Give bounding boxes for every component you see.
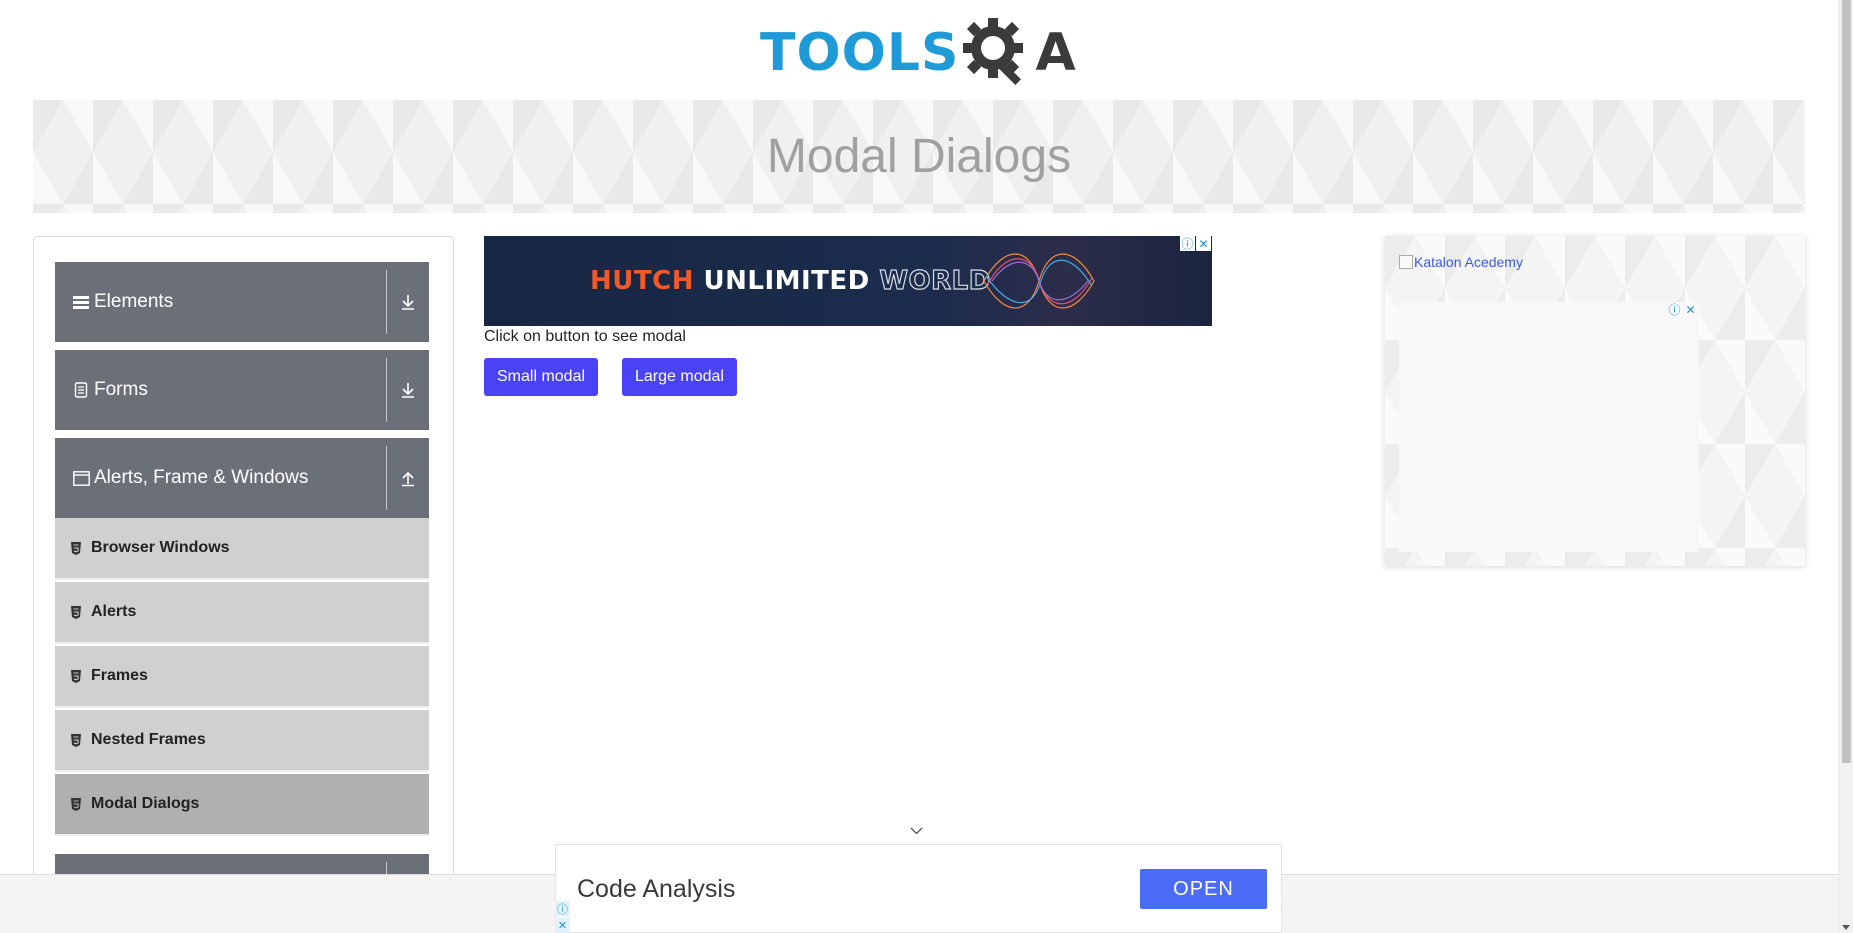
sidebar-item-browser-windows[interactable]: Browser Windows <box>55 518 429 580</box>
sidebar-group-label: Forms <box>94 379 148 400</box>
bottom-ad[interactable]: Code Analysis OPEN <box>555 844 1282 933</box>
sidebar-item-frames[interactable]: Frames <box>55 646 429 708</box>
html5-icon <box>69 541 83 555</box>
ad-text-part: HUTCH <box>590 266 694 296</box>
sidebar-group-label: Elements <box>94 291 174 312</box>
small-modal-button[interactable]: Small modal <box>484 358 599 396</box>
sidebar-item-label: Modal Dialogs <box>91 795 200 812</box>
sidebar-item-label: Alerts <box>91 603 137 620</box>
html5-icon <box>69 797 83 811</box>
sidebar-item-nested-frames[interactable]: Nested Frames <box>55 710 429 772</box>
ad-text: HUTCH UNLIMITED WORLD <box>590 265 991 296</box>
document-icon <box>72 381 90 399</box>
page-scrollbar[interactable] <box>1838 0 1853 933</box>
right-ad-panel: Katalon Acedemy ⓘ ✕ <box>1385 236 1805 566</box>
scroll-down-arrow-icon[interactable] <box>1842 925 1850 930</box>
sidebar-group-label: Alerts, Frame & Windows <box>94 467 309 488</box>
ad-text-part: UNLIMITED <box>703 266 870 296</box>
upload-arrow-icon[interactable] <box>387 469 429 487</box>
sidebar-item-label: Nested Frames <box>91 731 206 748</box>
close-icon[interactable]: ✕ <box>555 918 570 933</box>
sidebar-group-elements[interactable]: Elements <box>55 262 429 342</box>
scrollbar-thumb[interactable] <box>1842 0 1851 763</box>
download-arrow-icon[interactable] <box>387 293 429 311</box>
sidebar-group-alerts-frame-windows[interactable]: Alerts, Frame & Windows <box>55 438 429 518</box>
chevron-down-icon[interactable] <box>909 823 924 841</box>
html5-icon <box>69 605 83 619</box>
bottom-ad-title: Code Analysis <box>577 875 736 903</box>
sidebar: Elements Forms Alerts, Frame & Windows B… <box>33 236 454 933</box>
sidebar-item-modal-dialogs[interactable]: Modal Dialogs <box>55 774 429 836</box>
katalon-academy-link[interactable]: Katalon Acedemy <box>1399 254 1523 270</box>
modal-prompt-text: Click on button to see modal <box>484 328 686 345</box>
logo-tools-text: TOOLS <box>760 23 960 83</box>
menu-lines-icon <box>72 293 90 311</box>
sidebar-item-alerts[interactable]: Alerts <box>55 582 429 644</box>
broken-image-icon <box>1399 255 1413 269</box>
window-icon <box>72 469 90 487</box>
close-icon[interactable]: ✕ <box>1683 302 1698 317</box>
katalon-academy-label: Katalon Acedemy <box>1414 254 1523 270</box>
ad-info-icon[interactable]: ⓘ <box>1667 302 1682 317</box>
sidebar-item-label: Frames <box>91 667 148 684</box>
html5-icon <box>69 733 83 747</box>
large-modal-button[interactable]: Large modal <box>622 358 737 396</box>
sidebar-item-label: Browser Windows <box>91 539 230 556</box>
page-title: Modal Dialogs <box>766 130 1072 183</box>
infinity-graphic <box>983 253 1095 309</box>
close-icon[interactable]: ✕ <box>1196 236 1211 251</box>
page-banner: Modal Dialogs <box>33 100 1805 213</box>
right-ad-slot[interactable]: ⓘ ✕ <box>1399 302 1699 552</box>
ad-banner-top[interactable]: HUTCH UNLIMITED WORLD ⓘ ✕ <box>484 236 1212 326</box>
sidebar-group-forms[interactable]: Forms <box>55 350 429 430</box>
logo-a-text: A <box>1035 23 1076 83</box>
toolsqa-logo[interactable]: TOOLS A <box>760 14 1076 92</box>
html5-icon <box>69 669 83 683</box>
ad-info-icon[interactable]: ⓘ <box>555 901 570 916</box>
download-arrow-icon[interactable] <box>387 381 429 399</box>
bottom-ad-controls: ⓘ ✕ <box>555 901 572 933</box>
gear-magnifier-icon <box>957 12 1039 94</box>
open-button[interactable]: OPEN <box>1140 869 1267 909</box>
ad-info-icon[interactable]: ⓘ <box>1180 236 1195 251</box>
